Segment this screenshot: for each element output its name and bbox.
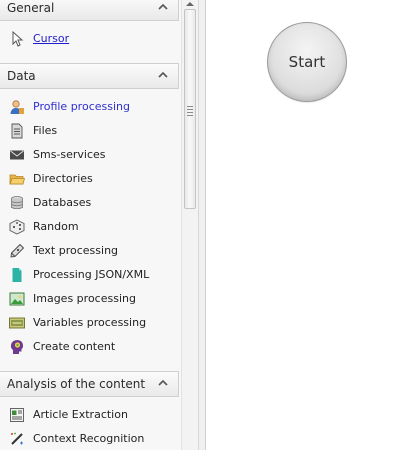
- toolbox-item-label: Databases: [33, 196, 92, 209]
- article-icon: [10, 408, 24, 422]
- scroll-up-arrow-icon[interactable]: [185, 0, 195, 8]
- document-teal-icon: [12, 268, 22, 282]
- scroll-grip-line: [187, 109, 193, 110]
- chevron-up-icon[interactable]: [158, 2, 168, 12]
- sidebar-scrollbar[interactable]: [181, 0, 198, 450]
- toolbox-item-variables-processing[interactable]: Variables processing: [0, 311, 179, 335]
- toolbox-item-label: Variables processing: [33, 316, 147, 329]
- toolbox-item-label: Cursor: [33, 32, 70, 45]
- head-icon: [10, 340, 23, 354]
- variables-icon: [9, 317, 25, 329]
- file-icon: [11, 123, 23, 139]
- chevron-up-icon[interactable]: [158, 70, 168, 80]
- scroll-grip-line: [187, 115, 193, 116]
- toolbox-item-files[interactable]: Files: [0, 119, 179, 143]
- toolbox-item-article-extraction[interactable]: Article Extraction: [0, 403, 179, 427]
- section-title: Data: [7, 69, 36, 83]
- toolbox-item-label: Files: [33, 124, 58, 137]
- profile-icon: [10, 100, 24, 114]
- toolbox-item-label: Directories: [33, 172, 93, 185]
- toolbox-item-context-recognition[interactable]: Context Recognition: [0, 427, 179, 450]
- start-node-label: Start: [288, 53, 326, 71]
- toolbox-item-sms-services[interactable]: Sms-services: [0, 143, 179, 167]
- toolbox-sidebar: General Cursor Data Profile processing F…: [0, 0, 181, 450]
- section-header-general[interactable]: General: [0, 0, 179, 21]
- folder-icon: [9, 174, 25, 185]
- pen-icon: [10, 243, 25, 258]
- toolbox-item-processing-json-xml[interactable]: Processing JSON/XML: [0, 263, 179, 287]
- database-icon: [11, 196, 23, 210]
- envelope-icon: [10, 150, 24, 160]
- scroll-thumb[interactable]: [184, 9, 196, 209]
- scroll-grip-line: [187, 112, 193, 113]
- toolbox-item-random[interactable]: Random: [0, 215, 179, 239]
- toolbox-item-profile-processing[interactable]: Profile processing: [0, 95, 179, 119]
- section-header-analysis[interactable]: Analysis of the content: [0, 371, 179, 397]
- toolbox-item-label: Create content: [33, 340, 116, 353]
- toolbox-item-label: Sms-services: [33, 148, 106, 161]
- toolbox-item-cursor[interactable]: Cursor: [0, 27, 179, 51]
- chevron-up-icon[interactable]: [158, 378, 168, 388]
- toolbox-item-label: Text processing: [33, 244, 119, 257]
- toolbox-item-label: Context Recognition: [33, 432, 145, 445]
- toolbox-item-label: Images processing: [33, 292, 136, 305]
- toolbox-item-databases[interactable]: Databases: [0, 191, 179, 215]
- toolbox-item-text-processing[interactable]: Text processing: [0, 239, 179, 263]
- scroll-grip-line: [187, 106, 193, 107]
- section-title: Analysis of the content: [7, 377, 146, 391]
- section-title: General: [7, 1, 55, 15]
- start-node[interactable]: Start: [267, 22, 347, 102]
- toolbox-item-label: Article Extraction: [33, 408, 128, 421]
- image-icon: [9, 292, 25, 306]
- toolbox-item-create-content[interactable]: Create content: [0, 335, 179, 359]
- toolbox-item-label: Processing JSON/XML: [33, 268, 150, 281]
- toolbox-item-label: Random: [33, 220, 79, 233]
- panel-splitter[interactable]: [198, 0, 206, 450]
- dice-icon: [9, 219, 25, 235]
- toolbox-item-directories[interactable]: Directories: [0, 167, 179, 191]
- toolbox-item-images-processing[interactable]: Images processing: [0, 287, 179, 311]
- magic-wand-icon: [11, 432, 23, 445]
- toolbox-item-label: Profile processing: [33, 100, 130, 113]
- section-header-data[interactable]: Data: [0, 63, 179, 89]
- cursor-arrow-icon: [12, 31, 24, 47]
